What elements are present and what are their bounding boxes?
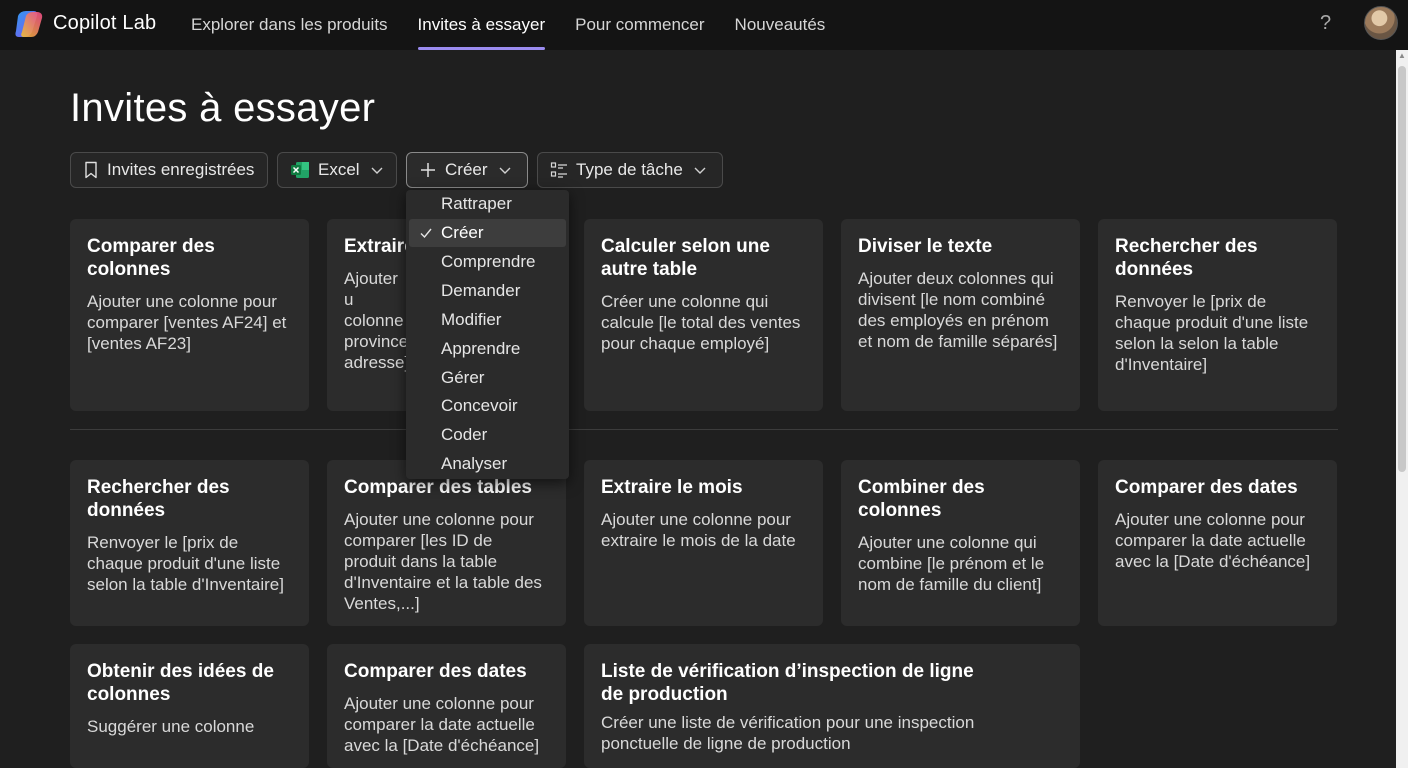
page-title: Invites à essayer: [70, 86, 376, 130]
prompt-card[interactable]: Extraire le mois Ajouter une colonne pou…: [584, 460, 823, 626]
card-description: Ajouter une colonne qui combine [le prén…: [858, 533, 1045, 594]
top-bar: Copilot Lab Explorer dans les produits I…: [0, 0, 1408, 50]
card-title: Obtenir des idées de colonnes: [87, 661, 274, 705]
menu-item-analyser[interactable]: Analyser: [409, 450, 566, 478]
copilot-logo-icon[interactable]: [14, 10, 44, 38]
plus-icon: [421, 163, 435, 177]
card-title: Rechercher des données: [1115, 236, 1258, 280]
menu-item-comprendre[interactable]: Comprendre: [409, 248, 566, 276]
card-description: Ajouter deux colonnes qui divisent [le n…: [858, 269, 1058, 351]
saved-prompts-button[interactable]: Invites enregistrées: [70, 152, 268, 188]
card-description: Renvoyer le [prix de chaque produit d'un…: [1115, 292, 1309, 374]
create-filter-dropdown[interactable]: Créer: [406, 152, 528, 188]
section-divider: [70, 429, 1338, 430]
checkmark-icon: [420, 228, 432, 239]
card-description: Ajouter une colonne pour comparer [vente…: [87, 292, 287, 353]
prompt-card[interactable]: Calculer selon une autre table Créer une…: [584, 219, 823, 411]
menu-item-gerer[interactable]: Gérer: [409, 364, 566, 392]
nav-nouveautes[interactable]: Nouveautés: [720, 0, 841, 50]
prompt-card[interactable]: Combiner des colonnes Ajouter une colonn…: [841, 460, 1080, 626]
card-description: Ajouter une colonne pour comparer la dat…: [1115, 510, 1311, 571]
card-description: Ajouter une colonne pour extraire le moi…: [601, 510, 796, 550]
card-title: Rechercher des données: [87, 477, 230, 521]
menu-item-coder[interactable]: Coder: [409, 421, 566, 449]
app-name[interactable]: Copilot Lab: [53, 12, 156, 35]
excel-icon: [291, 162, 309, 178]
card-title: Extraire le mois: [601, 477, 743, 498]
prompt-card[interactable]: Comparer des dates Ajouter une colonne p…: [327, 644, 566, 768]
card-title: Comparer des dates: [344, 661, 527, 682]
chevron-down-icon: [371, 167, 383, 174]
nav-explorer[interactable]: Explorer dans les produits: [176, 0, 403, 50]
prompt-card[interactable]: Liste de vérification d’inspection de li…: [584, 644, 1080, 768]
prompt-card[interactable]: Comparer des tables Ajouter une colonne …: [327, 460, 566, 626]
card-description: Créer une colonne qui calcule [le total …: [601, 292, 801, 353]
card-title: Diviser le texte: [858, 236, 993, 257]
scroll-up-icon[interactable]: ▲: [1398, 52, 1406, 60]
menu-item-demander[interactable]: Demander: [409, 277, 566, 305]
card-title: Calculer selon une autre table: [601, 236, 770, 280]
card-title: Comparer des tables: [344, 477, 532, 498]
card-title: Comparer des dates: [1115, 477, 1298, 498]
card-title: Liste de vérification d’inspection de li…: [601, 661, 974, 705]
menu-item-creer[interactable]: Créer: [409, 219, 566, 247]
prompt-card[interactable]: Rechercher des données Renvoyer le [prix…: [1098, 219, 1337, 411]
main-nav: Explorer dans les produits Invites à ess…: [176, 0, 840, 50]
task-list-icon: [550, 162, 567, 178]
card-description: Suggérer une colonne: [87, 717, 255, 736]
task-type-label: Type de tâche: [576, 160, 683, 179]
card-description: Renvoyer le [prix de chaque produit d'un…: [87, 533, 284, 594]
create-filter-label: Créer: [445, 160, 488, 179]
scrollbar-thumb[interactable]: [1398, 66, 1406, 472]
prompt-card[interactable]: Diviser le texte Ajouter deux colonnes q…: [841, 219, 1080, 411]
prompt-card[interactable]: Comparer des colonnes Ajouter une colonn…: [70, 219, 309, 411]
prompt-card[interactable]: Rechercher des données Renvoyer le [prix…: [70, 460, 309, 626]
menu-item-rattraper[interactable]: Rattraper: [409, 190, 566, 218]
card-description: Ajouter u colonne province adresse]: [344, 269, 410, 372]
card-description: Ajouter une colonne pour comparer la dat…: [344, 694, 540, 755]
menu-item-apprendre[interactable]: Apprendre: [409, 335, 566, 363]
nav-invites[interactable]: Invites à essayer: [403, 0, 561, 50]
chevron-down-icon: [499, 167, 511, 174]
app-filter-label: Excel: [318, 160, 360, 179]
help-icon[interactable]: ?: [1320, 12, 1331, 35]
nav-pour-commencer[interactable]: Pour commencer: [560, 0, 719, 50]
prompt-card[interactable]: Obtenir des idées de colonnes Suggérer u…: [70, 644, 309, 768]
chevron-down-icon: [694, 167, 706, 174]
create-dropdown-menu: Rattraper Créer Comprendre Demander Modi…: [406, 190, 569, 479]
task-type-dropdown[interactable]: Type de tâche: [537, 152, 723, 188]
avatar[interactable]: [1364, 6, 1398, 40]
prompt-card[interactable]: Comparer des dates Ajouter une colonne p…: [1098, 460, 1337, 626]
card-description: Ajouter une colonne pour comparer [les I…: [344, 510, 542, 613]
menu-item-label: Créer: [441, 223, 484, 242]
card-description: Créer une liste de vérification pour une…: [601, 713, 975, 753]
menu-item-modifier[interactable]: Modifier: [409, 306, 566, 334]
card-title: Combiner des colonnes: [858, 477, 985, 521]
app-filter-dropdown[interactable]: Excel: [277, 152, 397, 188]
menu-item-concevoir[interactable]: Concevoir: [409, 392, 566, 420]
bookmark-icon: [85, 161, 97, 179]
card-title: Comparer des colonnes: [87, 236, 215, 280]
saved-prompts-label: Invites enregistrées: [107, 160, 255, 179]
